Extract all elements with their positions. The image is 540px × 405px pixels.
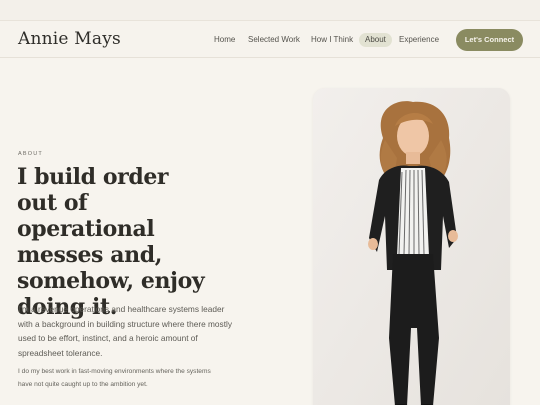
- intro-paragraph: I'm a revenue operations and healthcare …: [18, 304, 232, 358]
- nav-item-home[interactable]: Home: [214, 33, 235, 47]
- brand-logo[interactable]: Annie Mays: [18, 29, 121, 49]
- lets-connect-button[interactable]: Let's Connect: [456, 29, 523, 51]
- page-title: I build order out of operational messes …: [17, 164, 205, 320]
- body-paragraph: I do my best work in fast-moving environ…: [18, 368, 211, 388]
- portrait-photo: [313, 88, 510, 405]
- nav-item-selected-work[interactable]: Selected Work: [248, 33, 300, 47]
- nav-item-how-i-think[interactable]: How I Think: [311, 33, 353, 47]
- browser-top-strip: [0, 0, 540, 20]
- portrait-photo-card: [313, 88, 510, 405]
- nav-item-about[interactable]: About: [359, 33, 392, 47]
- section-eyebrow: ABOUT: [18, 151, 43, 157]
- nav-item-experience[interactable]: Experience: [399, 33, 439, 47]
- site-header: Annie Mays Home Selected Work How I Thin…: [0, 20, 540, 58]
